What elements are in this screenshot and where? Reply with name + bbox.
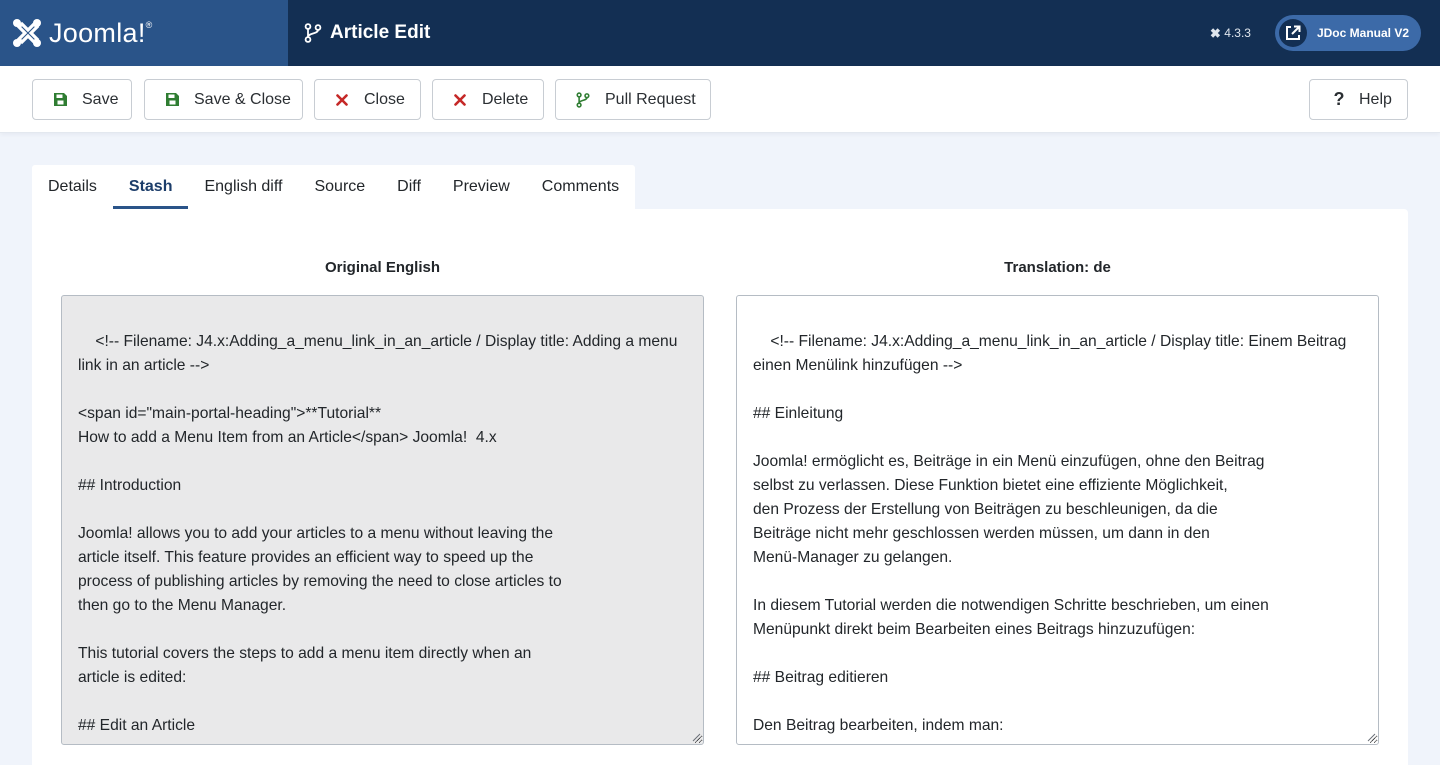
original-heading: Original English [324, 259, 440, 276]
resize-handle-icon[interactable] [691, 732, 701, 742]
translation-text-area[interactable]: <!-- Filename: J4.x:Adding_a_menu_link_i… [736, 295, 1379, 745]
delete-icon [451, 93, 469, 106]
save-label: Save [82, 90, 119, 108]
floppy-icon [51, 92, 69, 107]
tab-english-diff[interactable]: English diff [188, 165, 298, 209]
translation-heading: Translation: de [1004, 259, 1111, 276]
stash-panel: Original English Translation: de <!-- Fi… [32, 209, 1408, 765]
original-text-area[interactable]: <!-- Filename: J4.x:Adding_a_menu_link_i… [61, 295, 704, 745]
external-link-icon [1278, 19, 1307, 47]
close-button[interactable]: Close [314, 79, 421, 120]
delete-button[interactable]: Delete [432, 79, 544, 120]
header-bar: Joomla!® Article Edit 4.3.3 JDoc Manual … [0, 0, 1440, 66]
original-text: <!-- Filename: J4.x:Adding_a_menu_link_i… [78, 333, 678, 734]
joomla-logo[interactable]: Joomla!® [0, 0, 288, 66]
delete-label: Delete [482, 90, 529, 108]
page-title-text: Article Edit [330, 22, 431, 43]
question-icon: ? [1333, 89, 1345, 109]
resize-handle-icon[interactable] [1366, 732, 1376, 742]
save-button[interactable]: Save [32, 79, 132, 120]
tab-preview[interactable]: Preview [437, 165, 526, 209]
joomla-logo-text: Joomla!® [49, 17, 153, 48]
branch-icon [574, 91, 592, 108]
help-button[interactable]: ? Help [1309, 79, 1408, 120]
joomla-small-icon [1210, 28, 1221, 38]
tab-details[interactable]: Details [32, 165, 113, 209]
version-text: 4.3.3 [1224, 26, 1251, 40]
close-label: Close [364, 90, 405, 108]
tab-comments[interactable]: Comments [526, 165, 635, 209]
site-name: JDoc Manual V2 [1316, 26, 1409, 40]
tab-stash[interactable]: Stash [112, 165, 189, 209]
pull-request-button[interactable]: Pull Request [555, 79, 711, 120]
pull-request-label: Pull Request [605, 90, 696, 108]
tab-bar: Details Stash English diff Source Diff P… [32, 165, 636, 209]
version-badge: 4.3.3 [1209, 26, 1251, 40]
tab-diff[interactable]: Diff [381, 165, 437, 209]
save-close-label: Save & Close [194, 90, 291, 108]
tab-source[interactable]: Source [298, 165, 381, 209]
page-title: Article Edit [304, 22, 430, 44]
translation-text: <!-- Filename: J4.x:Adding_a_menu_link_i… [753, 333, 1347, 734]
close-icon [333, 93, 351, 106]
branch-icon [304, 23, 322, 43]
floppy-icon [163, 92, 181, 107]
joomla-logo-icon [13, 19, 41, 47]
save-close-button[interactable]: Save & Close [144, 79, 303, 120]
site-link-button[interactable]: JDoc Manual V2 [1274, 15, 1421, 51]
help-label: Help [1359, 90, 1392, 108]
toolbar: Save Save & Close Close Delete Pull Requ… [0, 66, 1440, 133]
